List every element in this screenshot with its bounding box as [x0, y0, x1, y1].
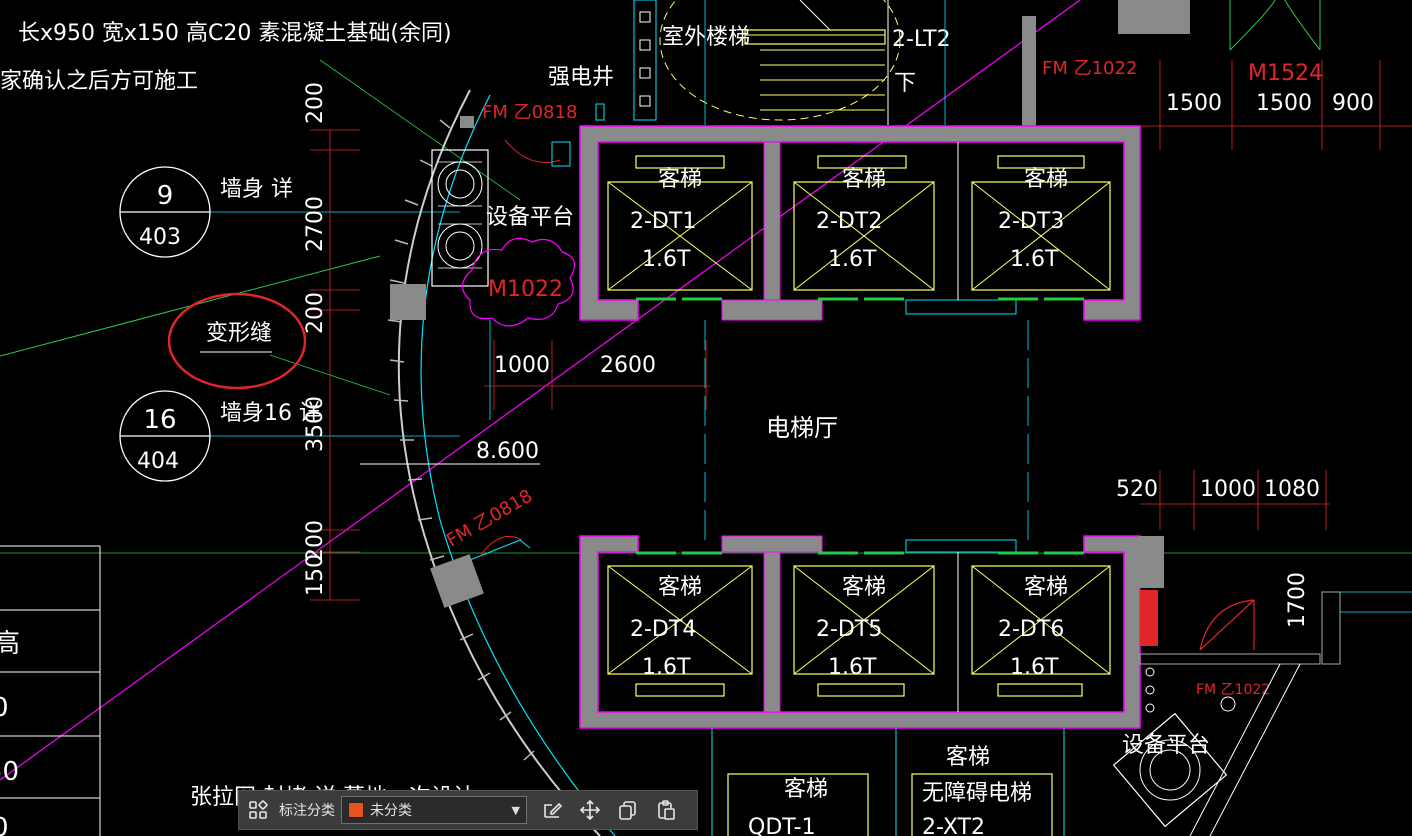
table-cell: 高 — [0, 629, 20, 659]
detail-callout-9-403: 9 403 — [119, 166, 211, 258]
elevator-load: 1.6T — [642, 247, 691, 272]
move-icon[interactable] — [571, 791, 609, 829]
chevron-down-icon: ▼ — [511, 803, 520, 817]
detail-sheet: 403 — [139, 225, 181, 250]
table-cell: 0 — [0, 813, 9, 836]
foundation-note: 长x950 宽x150 高C20 素混凝土基础(余同) — [18, 21, 452, 46]
elevator-code: 2-DT3 — [998, 209, 1064, 234]
elevator-code: 2-XT2 — [922, 815, 985, 836]
fire-door-label: FM 乙1022 — [1196, 682, 1270, 698]
dim-150: 150 — [303, 554, 328, 596]
dim-2700: 2700 — [303, 196, 328, 252]
category-label: 标注分类 — [279, 803, 335, 819]
wall-detail-label: 墙身 详 — [220, 177, 293, 202]
elevator-load: 1.6T — [828, 655, 877, 680]
door-m1524-label: M1524 — [1248, 61, 1323, 86]
construction-note: 家确认之后方可施工 — [0, 69, 198, 94]
detail-number: 9 — [157, 181, 174, 211]
dim-200: 200 — [303, 292, 328, 334]
elevator-name: 客梯 — [1024, 167, 1068, 192]
detail-number: 16 — [143, 405, 176, 435]
wall-block — [1022, 16, 1036, 126]
detail-callout-16-404: 16 404 — [119, 390, 211, 482]
dim-1500: 1500 — [1166, 91, 1222, 116]
elevator-load: 1.6T — [828, 247, 877, 272]
elevator-code: 2-DT6 — [998, 617, 1064, 642]
red-fill-block — [1140, 590, 1158, 646]
grid-icon[interactable] — [239, 791, 277, 829]
elevator-code: 2-DT1 — [630, 209, 696, 234]
dim-900: 900 — [1332, 91, 1374, 116]
wall-block — [460, 116, 474, 128]
copy-icon[interactable] — [609, 791, 647, 829]
equipment-platform-label: 设备平台 — [486, 205, 574, 230]
door-m1022-label: M1022 — [488, 277, 563, 302]
elevator-load: 1.6T — [1010, 247, 1059, 272]
dim-3500: 3500 — [303, 396, 328, 452]
equipment-platform-label: 设备平台 — [1122, 733, 1210, 758]
cad-drawing-canvas[interactable]: 长x950 宽x150 高C20 素混凝土基础(余同) 家确认之后方可施工 9 … — [0, 0, 1412, 836]
elevator-name: 客梯 — [842, 575, 886, 600]
fire-door-label: FM 乙1022 — [1042, 58, 1137, 79]
expansion-joint-label: 变形缝 — [206, 321, 272, 346]
elevator-name: 客梯 — [784, 777, 828, 802]
column — [390, 284, 426, 320]
dim-1000: 1000 — [1200, 477, 1256, 502]
table-cell: 50 — [0, 757, 19, 787]
category-value: 未分类 — [370, 803, 412, 819]
edit-icon[interactable] — [533, 791, 571, 829]
dim-1080: 1080 — [1264, 477, 1320, 502]
elevator-load: 1.6T — [1010, 655, 1059, 680]
category-select[interactable]: 未分类 ▼ — [341, 796, 527, 824]
stair-down-label: 下 — [894, 71, 916, 96]
elevator-code: QDT-1 — [748, 815, 816, 836]
paste-icon[interactable] — [647, 791, 685, 829]
elevator-hall-label: 电梯厅 — [766, 414, 838, 442]
dim-1500: 1500 — [1256, 91, 1312, 116]
dim-1000: 1000 — [494, 353, 550, 378]
outdoor-stair-label: 室外楼梯 — [662, 25, 750, 50]
elevator-load: 1.6T — [642, 655, 691, 680]
elevation-label: 8.600 — [476, 439, 539, 464]
elevator-code: 2-DT4 — [630, 617, 696, 642]
column — [1138, 536, 1164, 588]
wall-block — [1118, 0, 1190, 34]
elevator-name: 客梯 — [842, 167, 886, 192]
elevator-name: 客梯 — [1024, 575, 1068, 600]
elevator-name: 客梯 — [658, 167, 702, 192]
category-color-swatch — [348, 802, 364, 818]
elevator-subname: 无障碍电梯 — [922, 781, 1032, 806]
elevator-name: 客梯 — [658, 575, 702, 600]
elevator-code: 2-DT5 — [816, 617, 882, 642]
dim-520: 520 — [1116, 477, 1158, 502]
elevator-code: 2-DT2 — [816, 209, 882, 234]
detail-sheet: 404 — [137, 449, 179, 474]
table-cell: 0 — [0, 693, 9, 723]
fire-door-label: FM 乙0818 — [482, 102, 577, 123]
stair-code: 2-LT2 — [892, 27, 951, 52]
dim-2600: 2600 — [600, 353, 656, 378]
electric-shaft-label: 强电井 — [548, 65, 614, 90]
elevator-name: 客梯 — [946, 745, 990, 770]
dim-1700: 1700 — [1285, 572, 1310, 628]
annotation-toolbar: 标注分类 未分类 ▼ — [238, 790, 698, 830]
dim-200: 200 — [303, 82, 328, 124]
